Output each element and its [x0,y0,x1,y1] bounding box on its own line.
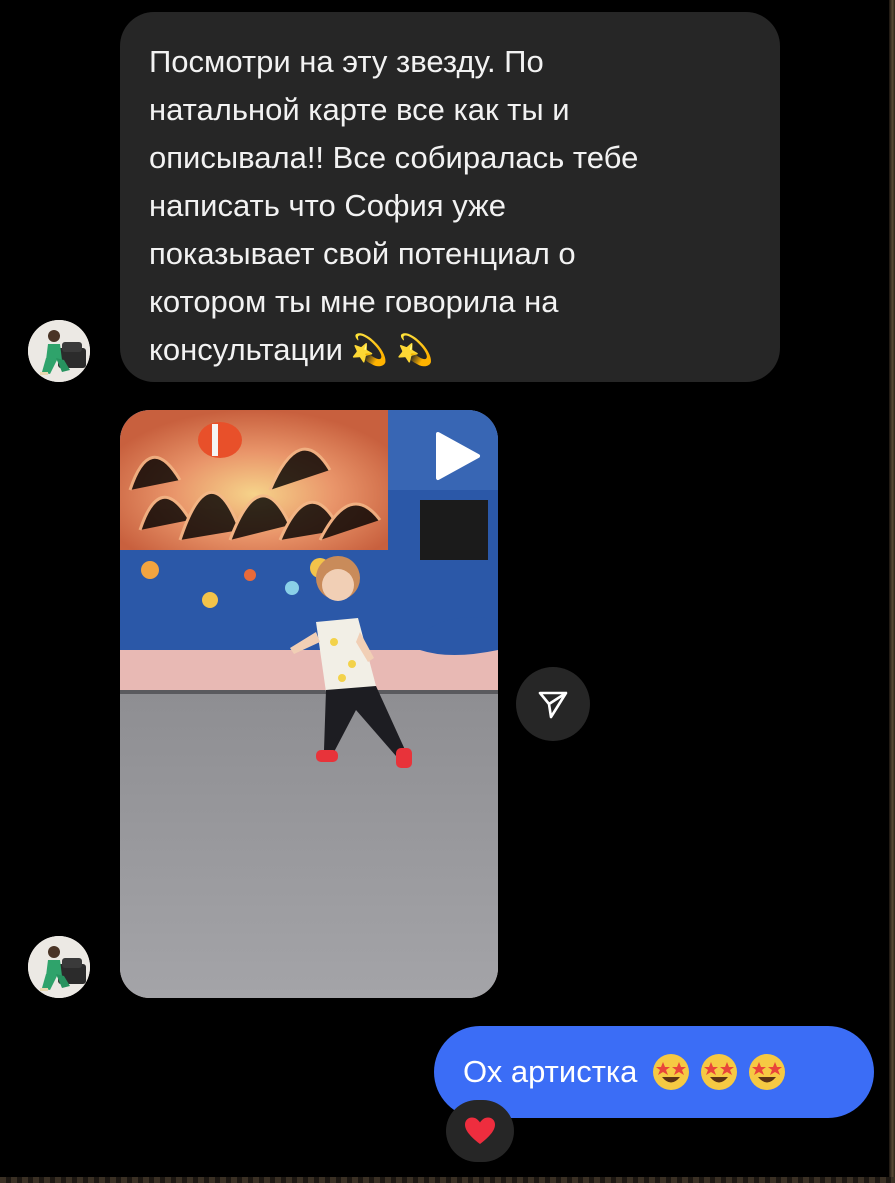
message-line: Посмотри на эту звезду. По [149,44,544,79]
sender-avatar[interactable] [28,320,90,382]
star-struck-emoji [699,1052,739,1092]
message-line-last: консультации 💫 💫 [149,326,760,375]
incoming-message-bubble[interactable]: Посмотри на эту звезду. По натальной кар… [120,12,780,382]
photo-frame-edge [889,0,895,1183]
send-icon[interactable] [516,667,590,741]
message-line: написать что София уже [149,188,507,223]
video-message[interactable] [120,410,498,998]
star-struck-emoji [747,1052,787,1092]
photo-frame-edge [0,1177,895,1183]
chat-screen: Посмотри на эту звезду. По натальной кар… [0,0,895,1183]
play-icon[interactable] [428,428,484,484]
message-line: описывала!! Все собиралась тебе [149,140,639,175]
message-line-text: консультации [149,332,343,367]
outgoing-message-text: Ох артистка [463,1054,638,1089]
sender-avatar[interactable] [28,936,90,998]
message-line: показывает свой потенциал о [149,236,576,271]
dizzy-emoji: 💫 [350,333,389,368]
heart-reaction[interactable] [446,1100,514,1162]
star-struck-emoji [651,1052,691,1092]
message-line: натальной карте все как ты и [149,92,570,127]
dizzy-emoji: 💫 [396,333,434,368]
message-line: котором ты мне говорила на [149,284,559,319]
heart-icon [465,1117,495,1144]
